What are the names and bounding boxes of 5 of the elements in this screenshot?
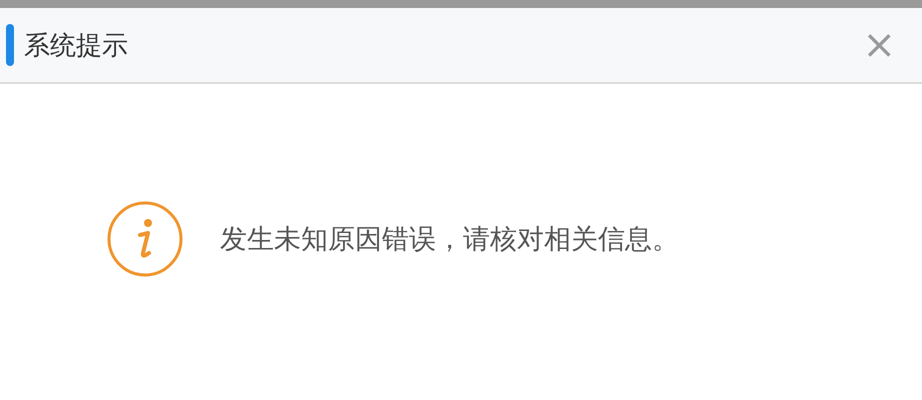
message-text: 发生未知原因错误，请核对相关信息。 (220, 223, 679, 257)
close-button[interactable]: × (858, 25, 900, 65)
dialog-title: 系统提示 (24, 30, 128, 62)
title-accent-bar (6, 24, 14, 66)
info-icon (106, 200, 184, 278)
